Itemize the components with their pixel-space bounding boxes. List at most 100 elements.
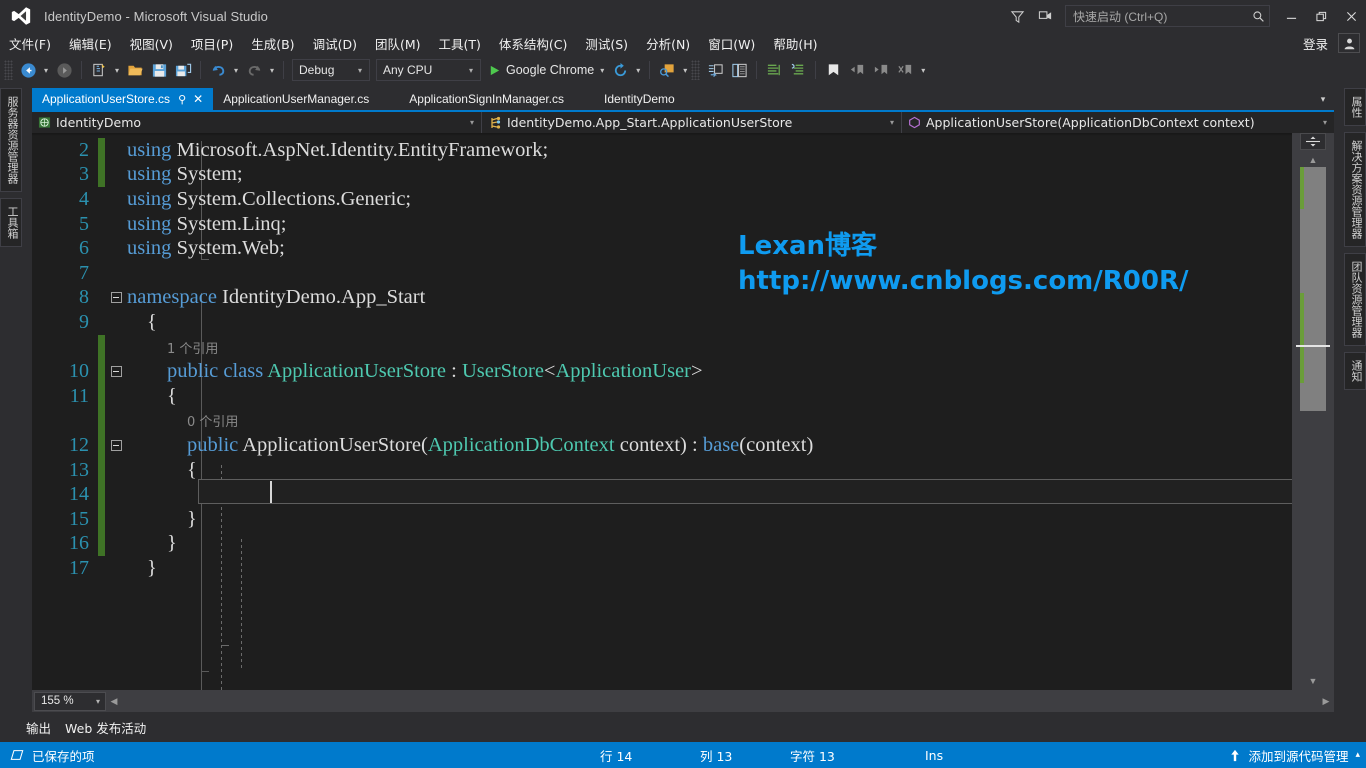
dock-tab-toolbox[interactable]: 工具箱 xyxy=(0,198,22,247)
dock-tab-notifications[interactable]: 通知 xyxy=(1344,352,1366,390)
undo-dropdown[interactable]: ▾ xyxy=(230,58,242,82)
bottom-tab-web-publish-activity[interactable]: Web 发布活动 xyxy=(65,718,146,737)
uncomment-lines-icon[interactable] xyxy=(786,58,810,82)
code-line[interactable]: 16} xyxy=(32,531,1292,557)
menu-tools[interactable]: 工具(T) xyxy=(430,32,490,55)
toolbar-grip[interactable] xyxy=(4,60,13,80)
feedback-funnel-icon[interactable] xyxy=(1003,2,1031,30)
code-line[interactable]: 0 个引用 xyxy=(32,408,1292,434)
toolbar-overflow-icon[interactable]: ▾ xyxy=(917,58,929,82)
new-project-icon[interactable] xyxy=(87,58,111,82)
code-line[interactable]: 17} xyxy=(32,556,1292,581)
find-in-files-icon[interactable] xyxy=(655,58,679,82)
menu-file[interactable]: 文件(F) xyxy=(0,32,60,55)
editor-tab-application-user-store[interactable]: ApplicationUserStore.cs ⚲ ✕ xyxy=(32,88,214,110)
code-line[interactable]: 15} xyxy=(32,506,1292,532)
navigate-back-dropdown[interactable]: ▾ xyxy=(40,58,52,82)
start-debug-button[interactable]: Google Chrome xyxy=(484,58,596,82)
code-line[interactable]: 8 namespace IdentityDemo.App_Start xyxy=(32,286,1292,311)
refresh-dropdown[interactable]: ▾ xyxy=(632,58,644,82)
code-line[interactable]: 3 using System; xyxy=(32,162,1292,188)
menu-analyze[interactable]: 分析(N) xyxy=(637,32,699,55)
editor-tab-identity-demo[interactable]: IdentityDemo xyxy=(594,88,685,110)
open-file-icon[interactable] xyxy=(123,58,147,82)
codelens-reference-count[interactable]: 0 个引用 xyxy=(187,415,238,430)
comment-lines-icon[interactable] xyxy=(762,58,786,82)
editor-tab-application-user-manager[interactable]: ApplicationUserManager.cs xyxy=(213,88,380,110)
codelens-reference-count[interactable]: 1 个引用 xyxy=(167,342,218,357)
step-into-icon[interactable] xyxy=(703,58,727,82)
navbar-project-combo[interactable]: IdentityDemo ▾ xyxy=(32,112,482,133)
code-line[interactable]: 5 using System.Linq; xyxy=(32,212,1292,237)
new-project-dropdown[interactable]: ▾ xyxy=(111,58,123,82)
menu-test[interactable]: 测试(S) xyxy=(576,32,637,55)
previous-bookmark-icon[interactable] xyxy=(845,58,869,82)
clear-bookmarks-icon[interactable] xyxy=(893,58,917,82)
solution-configuration-combo[interactable]: Debug ▾ xyxy=(292,59,370,81)
scroll-left-arrow-icon[interactable]: ◀ xyxy=(106,690,122,712)
code-line[interactable]: 9{ xyxy=(32,310,1292,335)
dock-tab-server-explorer[interactable]: 服务器资源管理器 xyxy=(0,88,22,192)
account-avatar-icon[interactable] xyxy=(1338,33,1360,53)
code-line[interactable]: 2 using Microsoft.AspNet.Identity.EntityF… xyxy=(32,138,1292,163)
solution-platform-combo[interactable]: Any CPU ▾ xyxy=(376,59,481,81)
zoom-level-combo[interactable]: 155 % ▾ xyxy=(34,691,106,711)
save-all-icon[interactable] xyxy=(171,58,195,82)
navigate-back-icon[interactable] xyxy=(16,58,40,82)
collapse-outlining-icon[interactable] xyxy=(105,439,127,451)
editor-tab-overflow-icon[interactable]: ▾ xyxy=(1314,88,1332,110)
navbar-type-combo[interactable]: IdentityDemo.App_Start.ApplicationUserSt… xyxy=(482,112,902,133)
scroll-up-arrow-icon[interactable]: ▲ xyxy=(1300,152,1326,167)
code-line[interactable]: 12 public ApplicationUserStore(Applicatio… xyxy=(32,433,1292,458)
navbar-member-combo[interactable]: ApplicationUserStore(ApplicationDbContex… xyxy=(902,112,1334,133)
restore-button[interactable] xyxy=(1306,0,1336,32)
code-line[interactable]: 1 个引用 xyxy=(32,334,1292,360)
bottom-tab-output[interactable]: 输出 xyxy=(26,718,51,737)
redo-dropdown[interactable]: ▾ xyxy=(266,58,278,82)
menu-build[interactable]: 生成(B) xyxy=(242,32,303,55)
editor-tab-application-signin-manager[interactable]: ApplicationSignInManager.cs xyxy=(399,88,575,110)
menu-architecture[interactable]: 体系结构(C) xyxy=(490,32,576,55)
minimize-button[interactable] xyxy=(1276,0,1306,32)
code-line[interactable]: 4 using System.Collections.Generic; xyxy=(32,187,1292,212)
editor-vertical-scrollbar[interactable]: ▲ ▼ xyxy=(1292,133,1334,690)
code-line-current[interactable]: 14 xyxy=(32,482,1292,507)
menu-edit[interactable]: 编辑(E) xyxy=(60,32,121,55)
menu-help[interactable]: 帮助(H) xyxy=(764,32,826,55)
refresh-icon[interactable] xyxy=(608,58,632,82)
code-line[interactable]: 10 public class ApplicationUserStore : Us… xyxy=(32,359,1292,384)
undo-icon[interactable] xyxy=(206,58,230,82)
code-line[interactable]: 13 { xyxy=(32,457,1292,483)
collapse-outlining-icon[interactable] xyxy=(105,292,127,304)
navigate-forward-icon[interactable] xyxy=(52,58,76,82)
status-source-control[interactable]: 添加到源代码管理 ▴ xyxy=(1229,746,1360,765)
close-icon[interactable]: ✕ xyxy=(193,92,203,106)
scroll-right-arrow-icon[interactable]: ▶ xyxy=(1318,690,1334,712)
split-view-handle[interactable] xyxy=(1300,133,1326,150)
code-editor[interactable]: Lexan博客 http://www.cnblogs.com/R00R/ 2 us… xyxy=(32,133,1334,690)
quick-launch-input[interactable]: 快速启动 (Ctrl+Q) xyxy=(1065,5,1270,27)
menu-project[interactable]: 项目(P) xyxy=(182,32,242,55)
pin-icon[interactable]: ⚲ xyxy=(178,93,186,106)
toggle-bookmark-icon[interactable] xyxy=(821,58,845,82)
code-line[interactable]: 6 using System.Web; xyxy=(32,236,1292,261)
menu-debug[interactable]: 调试(D) xyxy=(304,32,366,55)
code-line[interactable]: 11 { xyxy=(32,383,1292,409)
menu-view[interactable]: 视图(V) xyxy=(121,32,182,55)
toolbar-grip[interactable] xyxy=(691,60,701,80)
dock-tab-team-explorer[interactable]: 团队资源管理器 xyxy=(1344,253,1366,346)
redo-icon[interactable] xyxy=(242,58,266,82)
properties-window-icon[interactable] xyxy=(727,58,751,82)
collapse-outlining-icon[interactable] xyxy=(105,366,127,378)
code-line[interactable]: 7 xyxy=(32,261,1292,286)
dock-tab-properties[interactable]: 属性 xyxy=(1344,88,1366,126)
code-surface[interactable]: Lexan博客 http://www.cnblogs.com/R00R/ 2 us… xyxy=(32,133,1334,690)
close-button[interactable] xyxy=(1336,0,1366,32)
find-dropdown[interactable]: ▾ xyxy=(679,58,691,82)
sign-in-button[interactable]: 登录 xyxy=(1293,34,1338,53)
next-bookmark-icon[interactable] xyxy=(869,58,893,82)
save-icon[interactable] xyxy=(147,58,171,82)
scroll-down-arrow-icon[interactable]: ▼ xyxy=(1300,673,1326,688)
menu-team[interactable]: 团队(M) xyxy=(366,32,430,55)
menu-window[interactable]: 窗口(W) xyxy=(699,32,764,55)
